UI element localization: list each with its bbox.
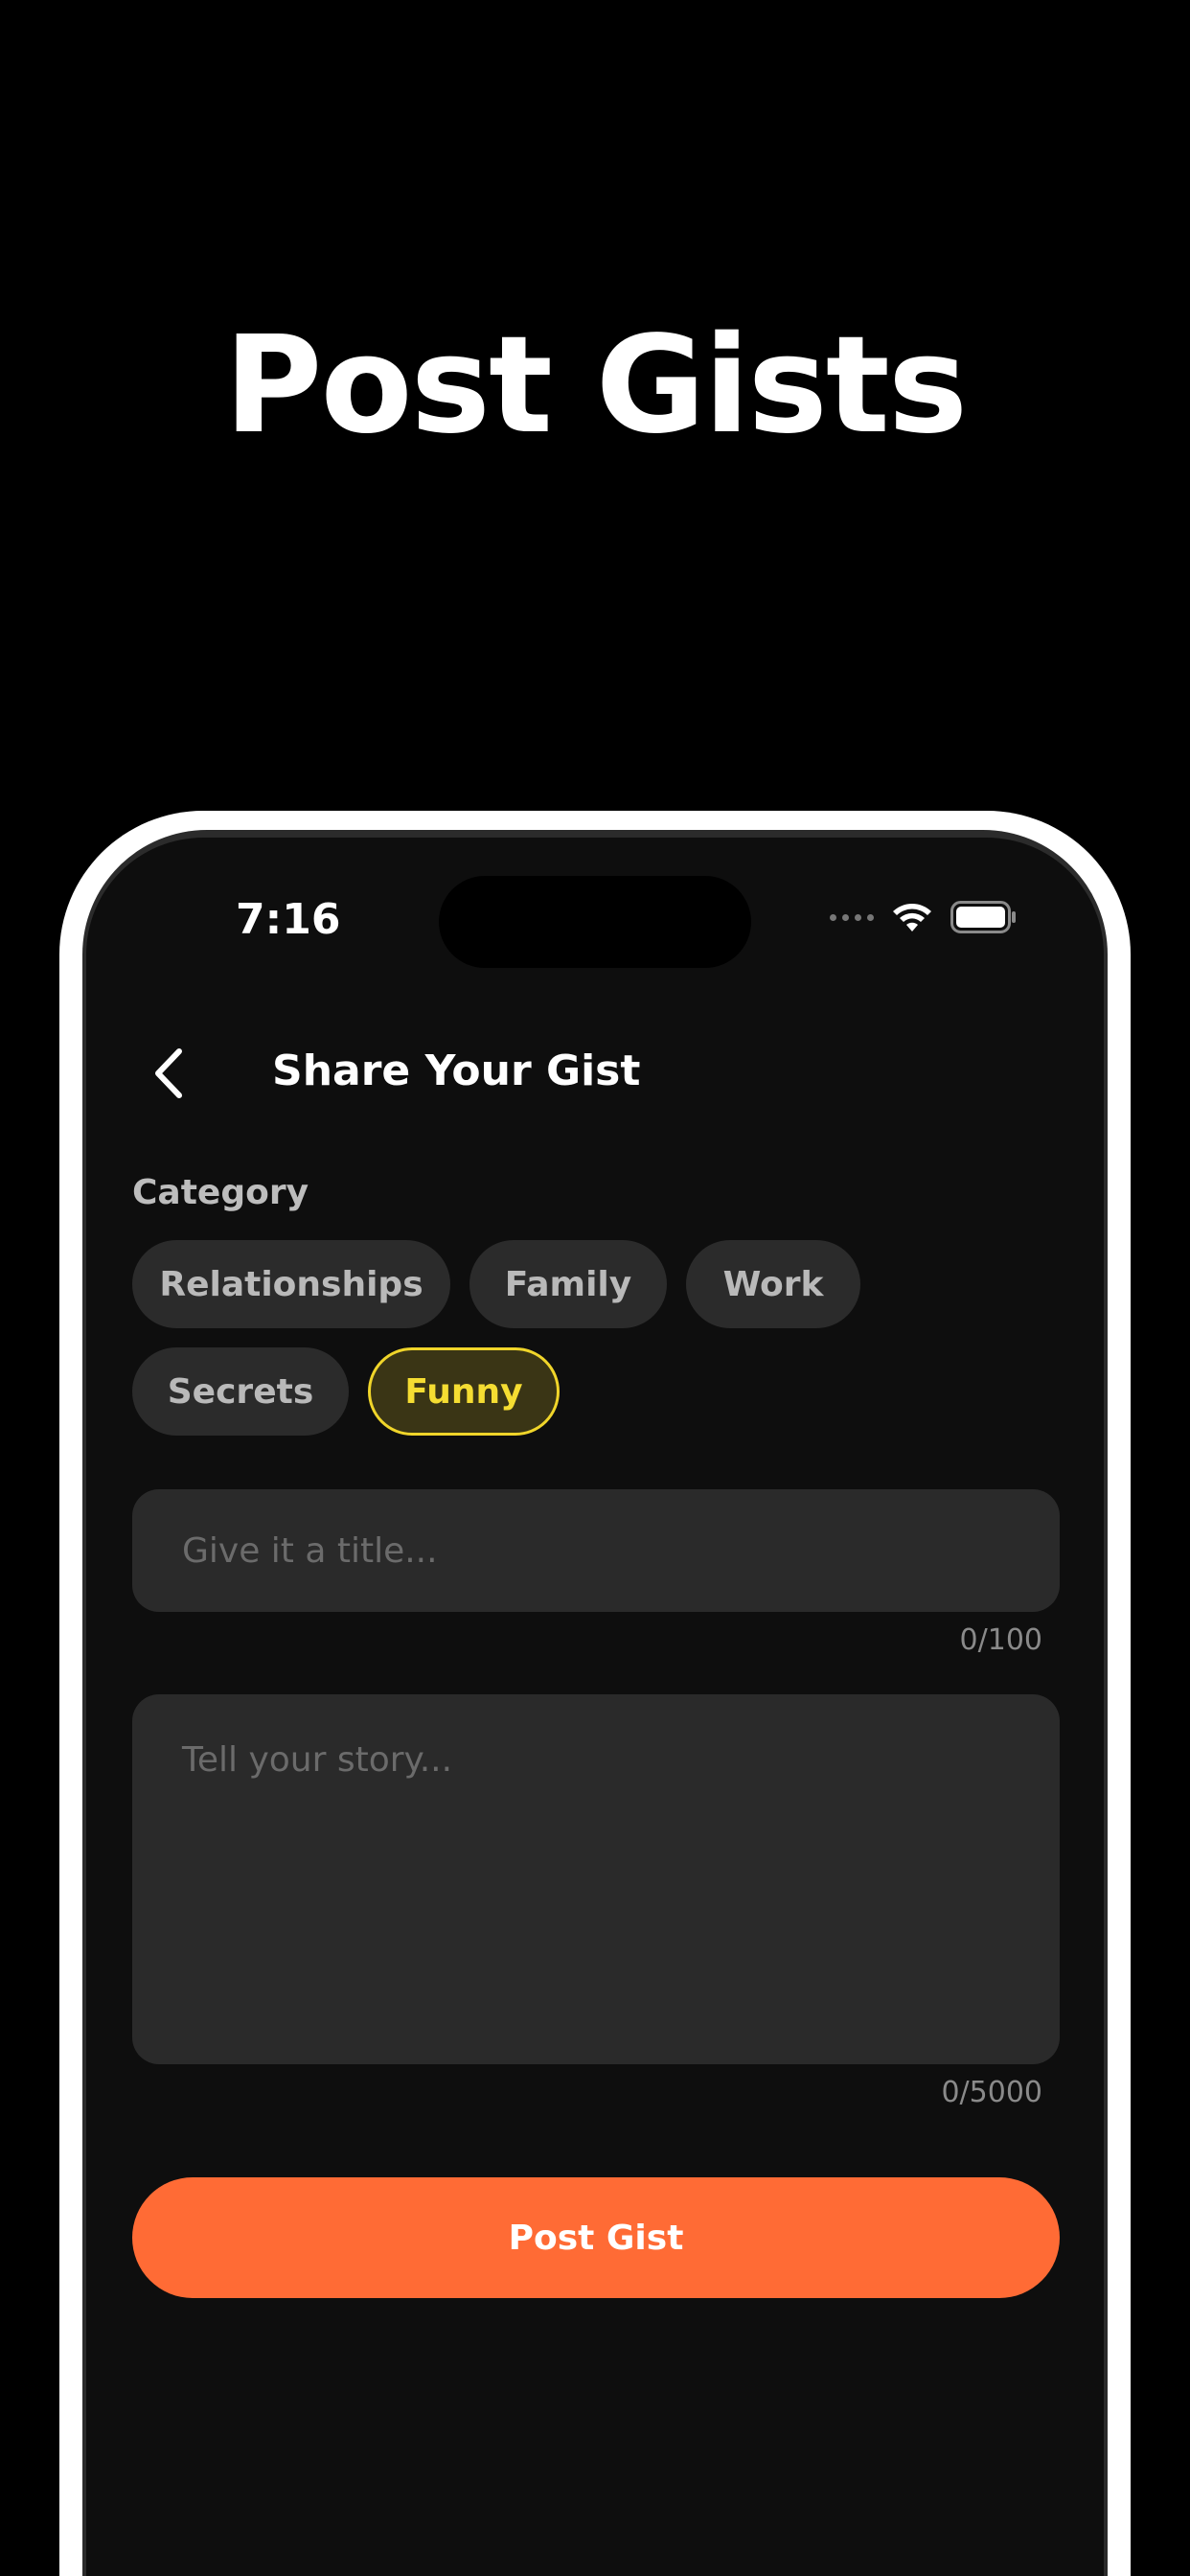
nav-bar: Share Your Gist bbox=[86, 1035, 1104, 1112]
phone-screen: 7:16 Share Your Gist Category Relationsh… bbox=[86, 838, 1104, 2576]
battery-icon bbox=[950, 901, 1016, 933]
title-input[interactable] bbox=[132, 1489, 1060, 1612]
story-counter: 0/5000 bbox=[941, 2076, 1042, 2109]
chip-funny[interactable]: Funny bbox=[368, 1347, 560, 1436]
chip-work[interactable]: Work bbox=[686, 1240, 860, 1328]
post-gist-button[interactable]: Post Gist bbox=[132, 2177, 1060, 2298]
chip-family[interactable]: Family bbox=[469, 1240, 667, 1328]
story-input[interactable] bbox=[132, 1694, 1060, 2064]
chevron-left-icon bbox=[155, 1048, 182, 1098]
category-label: Category bbox=[132, 1173, 309, 1212]
chip-relationships[interactable]: Relationships bbox=[132, 1240, 450, 1328]
back-button[interactable] bbox=[140, 1043, 197, 1104]
status-time: 7:16 bbox=[236, 895, 341, 944]
page: Post Gists 7:16 Share Your Gist Category… bbox=[0, 0, 1190, 2576]
headline: Post Gists bbox=[223, 308, 968, 464]
page-title: Share Your Gist bbox=[272, 1046, 641, 1095]
signal-icon bbox=[830, 913, 874, 921]
chip-secrets[interactable]: Secrets bbox=[132, 1347, 349, 1436]
title-counter: 0/100 bbox=[959, 1623, 1042, 1657]
dynamic-island bbox=[439, 876, 751, 968]
status-indicators bbox=[830, 901, 1018, 933]
wifi-icon bbox=[893, 904, 931, 932]
